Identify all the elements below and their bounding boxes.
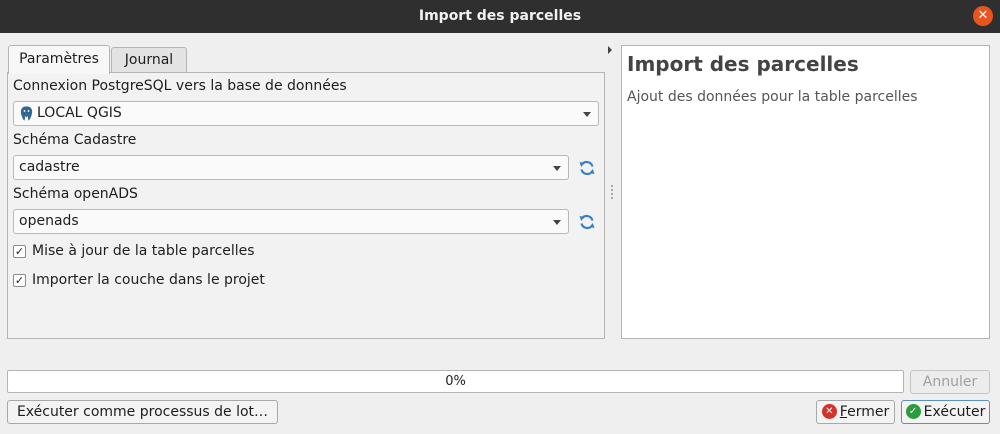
close-button[interactable]: ✕ Fermer — [816, 400, 895, 424]
schema-openads-label: Schéma openADS — [13, 186, 138, 202]
close-label: ermer — [847, 404, 890, 420]
schema-openads-combo[interactable]: openads — [13, 209, 569, 234]
help-description: Ajout des données pour la table parcelle… — [627, 89, 918, 105]
chevron-down-icon — [583, 112, 591, 117]
schema-cadastre-combo[interactable]: cadastre — [13, 155, 569, 180]
connection-label: Connexion PostgreSQL vers la base de don… — [13, 78, 347, 94]
help-title: Import des parcelles — [627, 52, 859, 76]
close-window-icon[interactable]: ✕ — [973, 6, 993, 26]
check-update-parcelles-label: Mise à jour de la table parcelles — [32, 243, 255, 259]
chevron-down-icon — [553, 220, 561, 225]
schema-cadastre-value: cadastre — [19, 159, 80, 175]
splitter-handle[interactable] — [611, 185, 613, 199]
title-bar: Import des parcelles ✕ — [0, 0, 1000, 33]
run-batch-button[interactable]: Exécuter comme processus de lot… — [7, 400, 278, 424]
cancel-button[interactable]: Annuler — [910, 370, 990, 394]
checkmark-icon[interactable]: ✓ — [13, 245, 26, 258]
schema-openads-value: openads — [19, 213, 79, 229]
window-title: Import des parcelles — [418, 8, 582, 24]
close-accelerator: F — [839, 404, 848, 420]
chevron-down-icon — [553, 166, 561, 171]
tab-parametres[interactable]: Paramètres — [8, 45, 110, 74]
schema-cadastre-label: Schéma Cadastre — [13, 132, 137, 148]
tab-journal[interactable]: Journal — [111, 47, 187, 73]
checkmark-icon[interactable]: ✓ — [13, 274, 26, 287]
refresh-cadastre-icon[interactable] — [578, 159, 596, 177]
postgresql-elephant-icon — [20, 105, 33, 122]
help-panel: Import des parcelles Ajout des données p… — [621, 45, 990, 339]
connection-combo[interactable]: LOCAL QGIS — [13, 101, 599, 126]
refresh-openads-icon[interactable] — [578, 213, 596, 231]
run-label: Exécuter — [923, 404, 986, 420]
connection-value: LOCAL QGIS — [37, 105, 122, 121]
close-circle-icon: ✕ — [821, 404, 837, 419]
run-button[interactable]: ✓ Exécuter — [901, 400, 990, 424]
progress-bar: 0% — [7, 370, 904, 393]
check-import-layer-label: Importer la couche dans le projet — [32, 272, 265, 288]
check-circle-icon: ✓ — [905, 404, 921, 419]
progress-text: 0% — [445, 374, 466, 389]
collapse-arrow-icon[interactable] — [608, 46, 612, 54]
